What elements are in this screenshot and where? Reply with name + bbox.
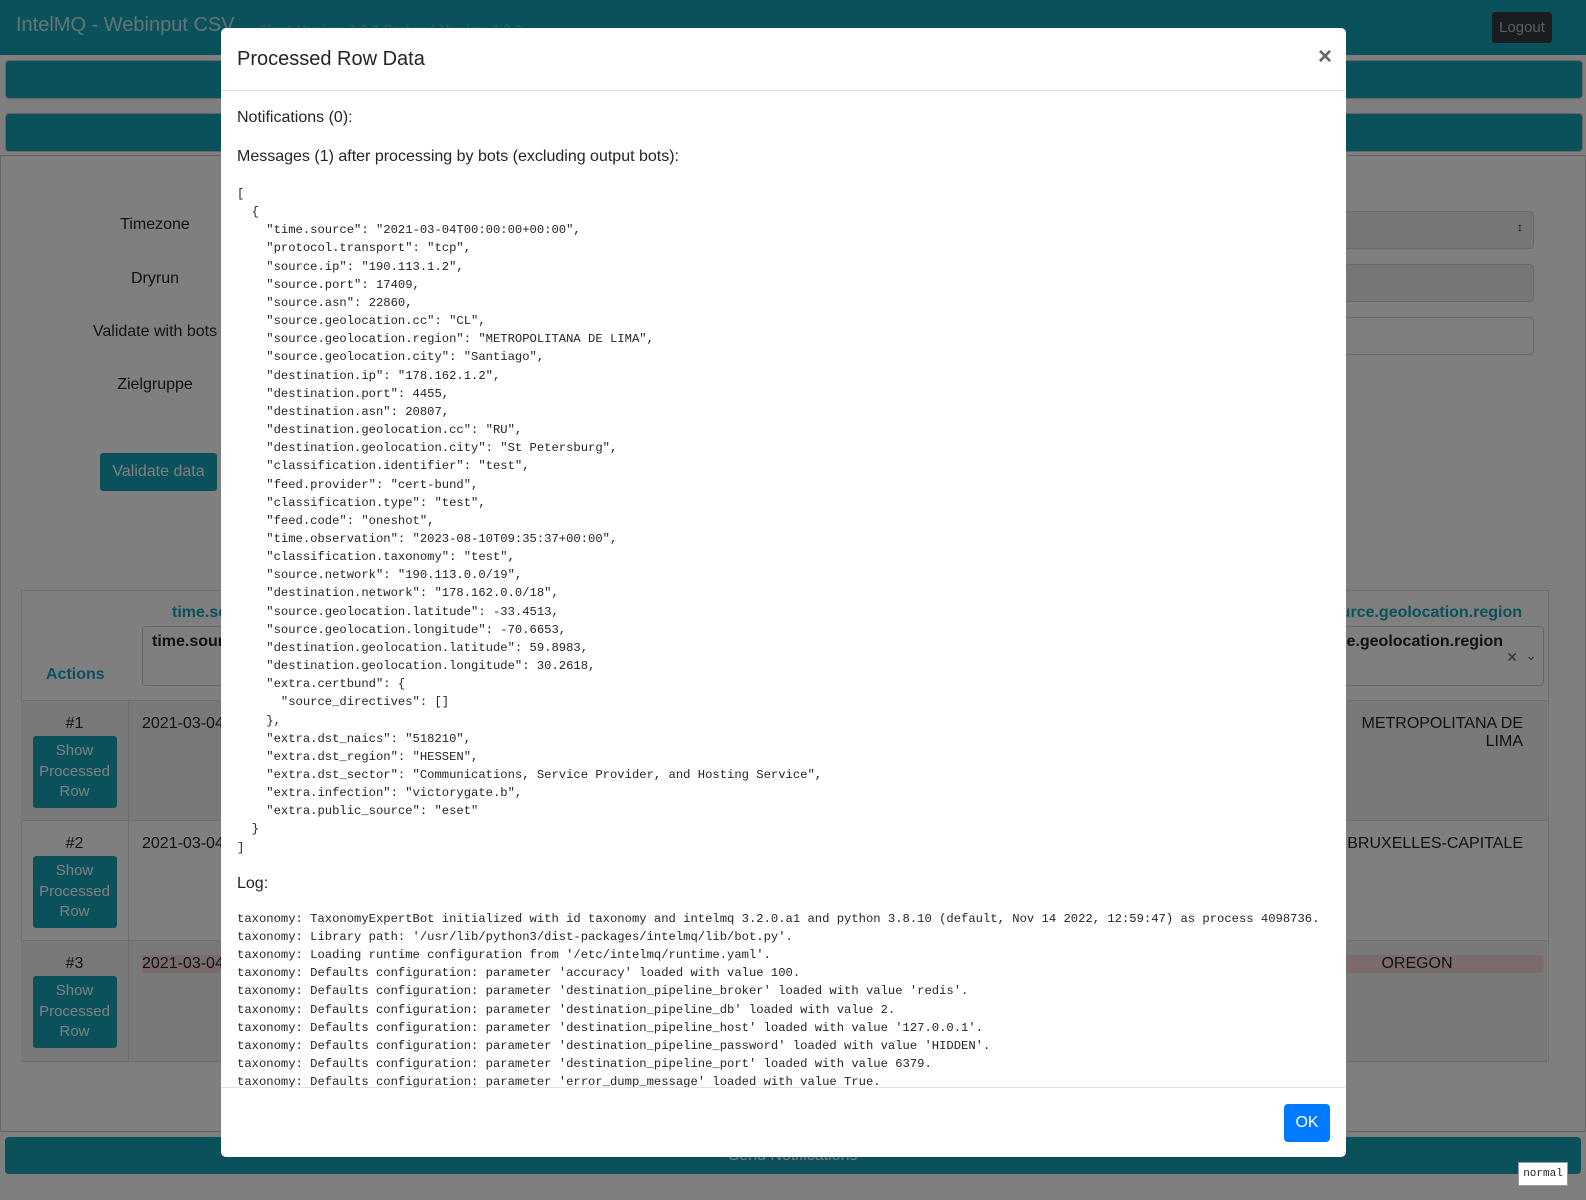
messages-json: [ { "time.source": "2021-03-04T00:00:00+… <box>237 187 823 855</box>
log-output: taxonomy: TaxonomyExpertBot initialized … <box>237 911 1320 1087</box>
modal-header: Processed Row Data × <box>221 28 1346 91</box>
modal-body[interactable]: Notifications (0): Messages (1) after pr… <box>221 91 1346 1087</box>
ok-button[interactable]: OK <box>1284 1104 1330 1142</box>
mode-badge: normal <box>1518 1162 1568 1186</box>
messages-heading: Messages (1) after processing by bots (e… <box>237 148 679 165</box>
processed-row-modal: Processed Row Data × Notifications (0): … <box>221 28 1346 1157</box>
close-icon[interactable]: × <box>1318 43 1332 71</box>
modal-footer: OK <box>221 1087 1346 1157</box>
notifications-heading: Notifications (0): <box>237 109 353 126</box>
modal-title: Processed Row Data <box>237 48 425 70</box>
log-heading: Log: <box>237 874 269 892</box>
